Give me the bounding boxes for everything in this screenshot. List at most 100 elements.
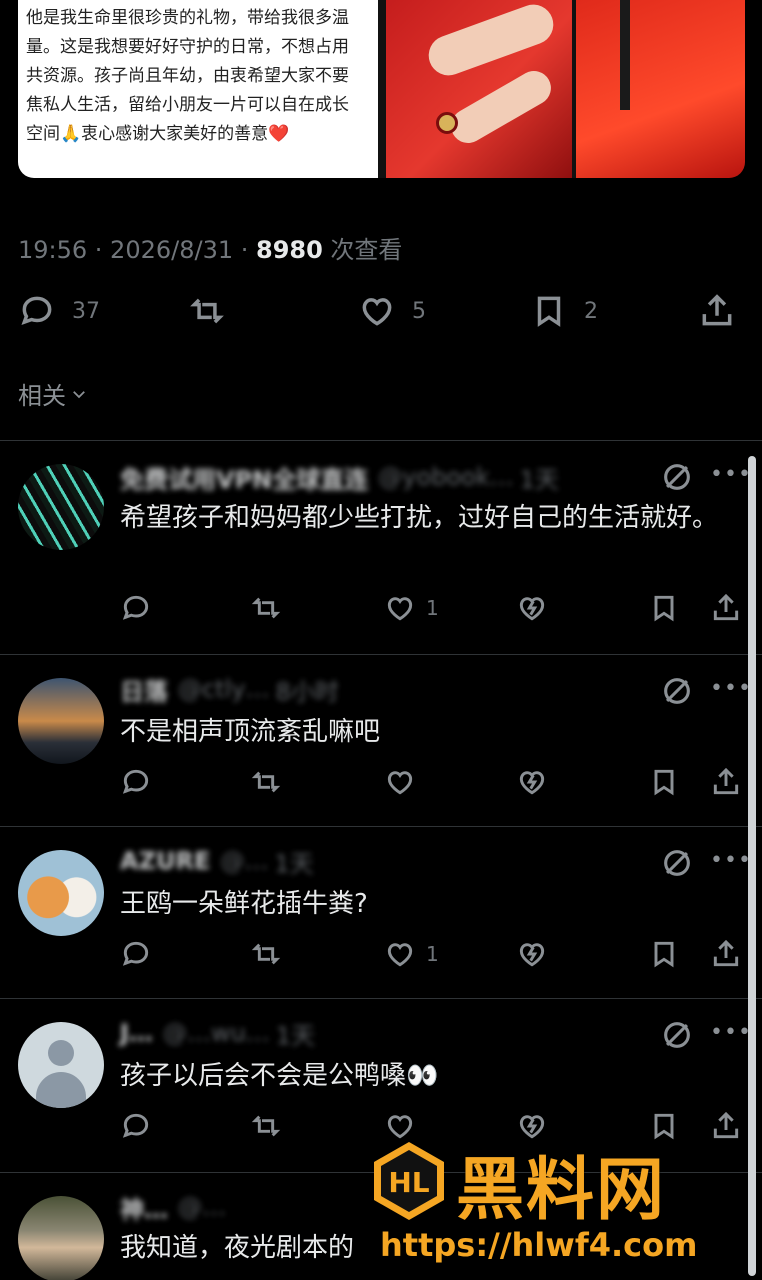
grok-icon (664, 464, 690, 490)
views-button[interactable] (516, 938, 548, 970)
share-icon (702, 294, 732, 326)
reply-header: 免费试用VPN全球直连 @yobook… 1天 (120, 460, 559, 495)
avatar[interactable] (18, 850, 104, 936)
post-photo-woman[interactable] (386, 0, 572, 178)
bookmark-button[interactable]: 2 (530, 292, 598, 330)
post-text-line: 空间🙏衷心感谢大家美好的善意❤️ (26, 124, 290, 144)
reply-author-name[interactable]: J… (120, 1019, 153, 1047)
related-toggle[interactable]: 相关 (18, 376, 88, 411)
like-button[interactable]: 5 (358, 292, 426, 330)
reply-button[interactable] (120, 938, 152, 970)
reply-author-name[interactable]: 免费试用VPN全球直连 (120, 460, 368, 495)
share-button[interactable] (710, 766, 742, 798)
grok-button[interactable] (660, 846, 694, 880)
reply-time: 1天 (519, 465, 559, 494)
avatar[interactable] (18, 1022, 104, 1108)
post-media-card[interactable]: 他是我生命里很珍贵的礼物，带给我很多温 量。这是我想要好好守护的日常，不想占用 … (18, 0, 745, 178)
views-icon (519, 771, 545, 795)
more-button[interactable]: ••• (710, 848, 752, 873)
views-button[interactable] (516, 592, 548, 624)
grok-button[interactable] (660, 1018, 694, 1052)
reply-icon (122, 595, 149, 620)
grok-button[interactable] (660, 460, 694, 494)
reply-author-handle[interactable]: @yobook… (378, 463, 513, 491)
share-button[interactable] (710, 592, 742, 624)
reply-button[interactable] (120, 592, 152, 624)
heart-icon (387, 943, 413, 967)
reply-author-name[interactable]: 日落 (120, 672, 168, 707)
more-icon: ••• (710, 848, 752, 873)
retweet-button[interactable] (250, 766, 282, 798)
more-button[interactable]: ••• (710, 676, 752, 701)
post-photo-man[interactable] (576, 0, 745, 178)
reply-icon (122, 941, 149, 966)
post-meta: 19:56 · 2026/8/31 · 8980 次查看 (18, 230, 402, 265)
retweet-icon (251, 943, 281, 965)
share-icon (713, 593, 739, 621)
reply-header: 神… @… (120, 1190, 226, 1225)
reply-action-bar: 1 (120, 592, 745, 628)
reply-action-bar: 1 (120, 938, 745, 974)
related-label: 相关 (18, 382, 66, 410)
heart-icon (387, 597, 413, 621)
reply-item[interactable]: AZURE @… 1天 ••• 王鸥一朵鲜花插牛粪? 1 (0, 826, 762, 998)
share-button[interactable] (710, 938, 742, 970)
views-button[interactable] (516, 766, 548, 798)
reply-author-name[interactable]: AZURE (120, 847, 210, 875)
views-icon (519, 597, 545, 621)
reply-action-bar (120, 766, 745, 802)
share-button[interactable] (698, 292, 736, 330)
retweet-icon (190, 298, 224, 324)
reply-author-handle[interactable]: @ctly… (178, 675, 269, 703)
reply-header: 日落 @ctly… 8小时 (120, 672, 339, 707)
more-icon: ••• (710, 676, 752, 701)
bookmark-count: 2 (584, 298, 598, 324)
like-button[interactable] (384, 1110, 426, 1142)
reply-button[interactable] (120, 1110, 152, 1142)
retweet-icon (251, 1115, 281, 1137)
reply-author-handle[interactable]: @…wu… (163, 1019, 270, 1047)
share-icon (713, 1111, 739, 1139)
watermark-title: 黑料网 (456, 1151, 667, 1230)
bookmark-icon (654, 769, 674, 796)
like-button[interactable]: 1 (384, 938, 439, 970)
reply-button[interactable]: 37 (18, 292, 100, 330)
bookmark-icon (654, 595, 674, 622)
retweet-button[interactable] (188, 292, 226, 330)
reply-icon (122, 769, 149, 794)
reply-item[interactable]: 日落 @ctly… 8小时 ••• 不是相声顶流紊乱嘛吧 (0, 654, 762, 826)
reply-text: 王鸥一朵鲜花插牛粪? (120, 889, 368, 919)
like-button[interactable]: 1 (384, 592, 439, 624)
like-count: 1 (426, 596, 439, 620)
reply-author-handle[interactable]: @… (220, 847, 268, 875)
like-button[interactable] (384, 766, 426, 798)
reply-header: J… @…wu… 1天 (120, 1018, 315, 1050)
more-button[interactable]: ••• (710, 462, 752, 487)
reply-button[interactable] (120, 766, 152, 798)
avatar[interactable] (18, 678, 104, 764)
more-button[interactable]: ••• (710, 1020, 752, 1045)
grok-button[interactable] (660, 674, 694, 708)
retweet-button[interactable] (250, 592, 282, 624)
svg-text:HL: HL (388, 1166, 429, 1199)
reply-text: 孩子以后会不会是公鸭嗓👀 (120, 1061, 439, 1091)
bookmark-button[interactable] (648, 938, 680, 970)
retweet-button[interactable] (250, 938, 282, 970)
reply-author-name[interactable]: 神… (120, 1190, 168, 1225)
post-text-image: 他是我生命里很珍贵的礼物，带给我很多温 量。这是我想要好好守护的日常，不想占用 … (18, 0, 378, 178)
post-text-line: 他是我生命里很珍贵的礼物，带给我很多温 (26, 8, 349, 28)
share-button[interactable] (710, 1110, 742, 1142)
reply-time: 1天 (274, 849, 314, 878)
watermark-logo-icon: HL (374, 1142, 444, 1220)
reply-item[interactable]: 免费试用VPN全球直连 @yobook… 1天 ••• 希望孩子和妈妈都少些打扰… (0, 440, 762, 654)
reply-count: 37 (72, 298, 100, 324)
avatar[interactable] (18, 464, 104, 550)
retweet-icon (251, 771, 281, 793)
retweet-button[interactable] (250, 1110, 282, 1142)
bookmark-button[interactable] (648, 592, 680, 624)
post-text-line: 量。这是我想要好好守护的日常，不想占用 (26, 37, 349, 57)
view-count-label: 次查看 (322, 236, 403, 264)
avatar[interactable] (18, 1196, 104, 1280)
reply-author-handle[interactable]: @… (178, 1193, 226, 1221)
bookmark-button[interactable] (648, 766, 680, 798)
